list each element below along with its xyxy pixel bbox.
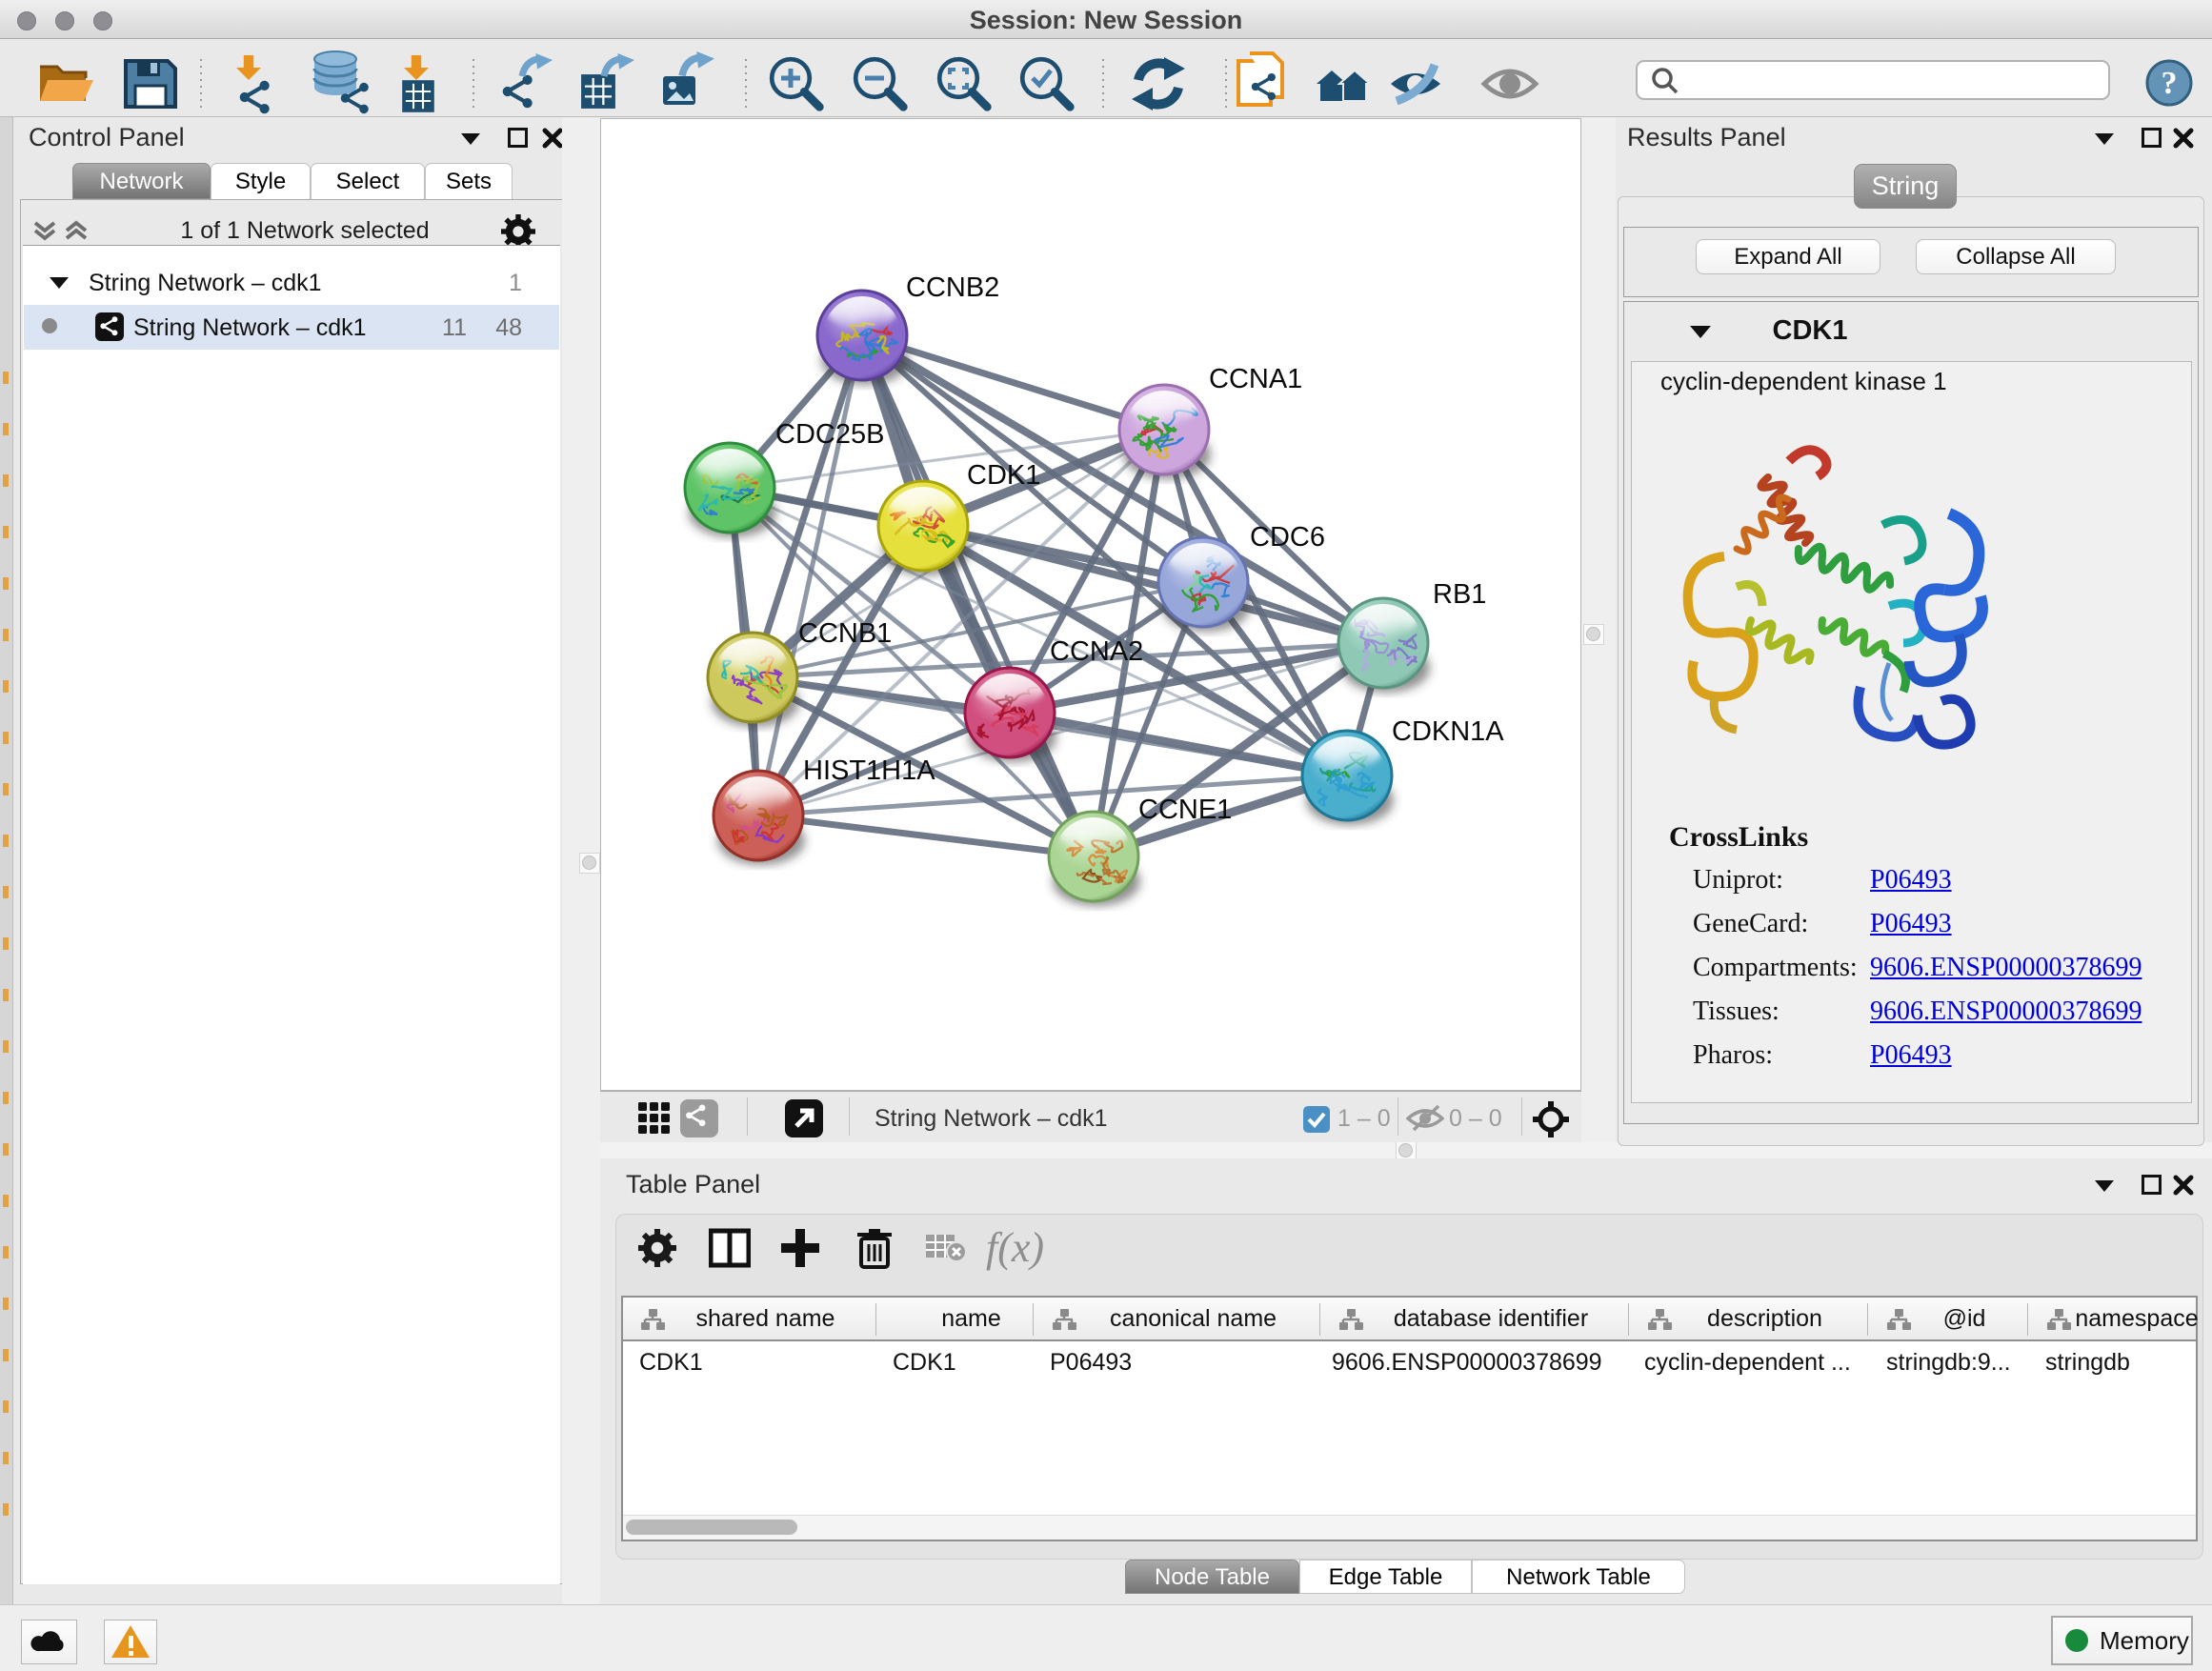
svg-text:HIST1H1A: HIST1H1A <box>803 755 935 786</box>
svg-text:CDK1: CDK1 <box>967 460 1040 491</box>
svg-text:CDC25B: CDC25B <box>775 419 884 450</box>
svg-text:?: ? <box>2162 66 2178 101</box>
svg-text:CDC6: CDC6 <box>1250 522 1325 553</box>
svg-text:CCNB2: CCNB2 <box>906 272 999 303</box>
svg-text:CCNE1: CCNE1 <box>1138 795 1232 825</box>
svg-text:RB1: RB1 <box>1433 579 1486 610</box>
svg-text:CCNB1: CCNB1 <box>798 618 892 649</box>
svg-text:CCNA2: CCNA2 <box>1050 636 1143 667</box>
svg-text:CDKN1A: CDKN1A <box>1392 716 1504 747</box>
svg-text:CCNA1: CCNA1 <box>1209 364 1302 394</box>
